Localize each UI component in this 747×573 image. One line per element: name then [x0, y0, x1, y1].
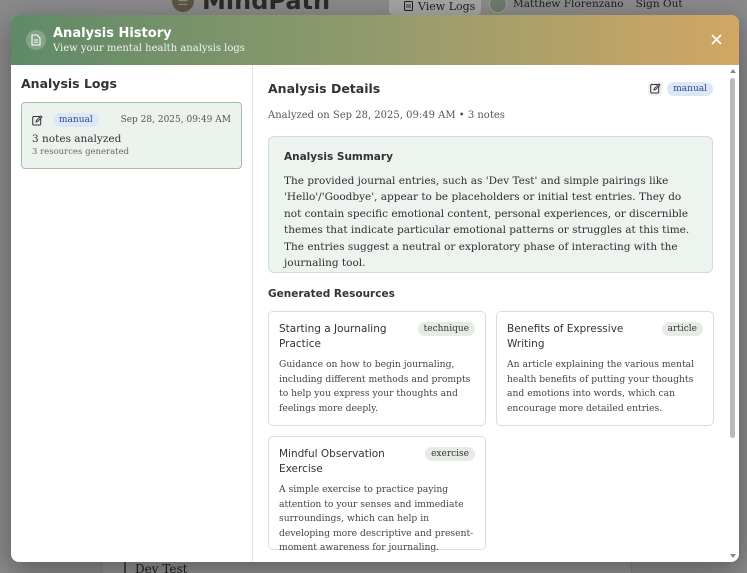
scroll-up-arrow-icon[interactable]	[730, 69, 736, 73]
modal-body: Analysis Logs manual Sep 28, 2025, 09:49…	[11, 65, 739, 562]
document-icon	[26, 30, 46, 50]
analysis-history-modal: Analysis History View your mental health…	[11, 15, 739, 562]
analyzed-on-text: Analyzed on Sep 28, 2025, 09:49 AM • 3 n…	[268, 110, 505, 121]
sidebar-title: Analysis Logs	[21, 76, 117, 91]
view-logs-label: View Logs	[418, 0, 476, 13]
analysis-details-panel: Analysis Details manual Analyzed on Sep …	[253, 65, 739, 562]
edit-icon	[32, 114, 48, 126]
resource-description: An article explaining the various mental…	[507, 359, 695, 414]
resource-tag: article	[661, 322, 703, 336]
resource-card[interactable]: Mindful Observation Exercise exercise A …	[268, 436, 486, 553]
close-button[interactable]	[709, 32, 723, 46]
view-logs-button[interactable]: View Logs	[389, 0, 481, 15]
menu-icon: ☰	[172, 0, 194, 12]
resource-title: Mindful Observation Exercise	[279, 448, 385, 475]
resource-title: Starting a Journaling Practice	[279, 323, 387, 350]
close-icon	[710, 33, 722, 45]
analysis-summary-box: Analysis Summary The provided journal en…	[268, 136, 713, 273]
sign-out-link[interactable]: Sign Out	[636, 0, 683, 10]
log-date: Sep 28, 2025, 09:49 AM	[120, 115, 231, 125]
details-scrollbar[interactable]	[729, 65, 737, 562]
details-title: Analysis Details	[268, 81, 381, 96]
summary-text: The provided journal entries, such as 'D…	[284, 175, 690, 270]
modal-header: Analysis History View your mental health…	[11, 15, 739, 65]
app-name: MindPath	[202, 0, 331, 15]
log-type-badge: manual	[53, 113, 99, 127]
log-item[interactable]: manual Sep 28, 2025, 09:49 AM 3 notes an…	[21, 102, 242, 169]
resource-description: A simple exercise to practice paying att…	[279, 484, 474, 553]
entry-title: Dev Test	[124, 561, 187, 573]
log-notes-count: 3 notes analyzed	[32, 133, 122, 145]
summary-title: Analysis Summary	[284, 151, 393, 163]
resource-description: Guidance on how to begin journaling, inc…	[279, 359, 471, 414]
resource-card[interactable]: Starting a Journaling Practice technique…	[268, 311, 486, 426]
resources-title: Generated Resources	[268, 288, 395, 300]
user-name: Matthew Florenzano	[513, 0, 624, 10]
resource-tag: exercise	[425, 447, 475, 461]
user-menu[interactable]: Matthew Florenzano Sign Out	[489, 0, 683, 13]
edit-icon	[648, 81, 663, 96]
resource-title: Benefits of Expressive Writing	[507, 323, 624, 350]
resource-card[interactable]: Benefits of Expressive Writing article A…	[496, 311, 714, 426]
modal-title: Analysis History	[53, 25, 172, 41]
resource-tag: technique	[417, 322, 475, 336]
modal-subtitle: View your mental health analysis logs	[53, 42, 245, 54]
resources-grid: Starting a Journaling Practice technique…	[268, 311, 714, 553]
app-logo: ☰ MindPath	[172, 0, 330, 16]
analysis-logs-sidebar: Analysis Logs manual Sep 28, 2025, 09:49…	[11, 65, 253, 562]
details-type-badge: manual	[667, 81, 713, 96]
document-icon	[404, 1, 413, 11]
scroll-thumb[interactable]	[730, 78, 735, 438]
avatar	[489, 0, 507, 13]
log-resources-count: 3 resources generated	[32, 147, 130, 157]
scroll-down-arrow-icon[interactable]	[730, 554, 736, 558]
